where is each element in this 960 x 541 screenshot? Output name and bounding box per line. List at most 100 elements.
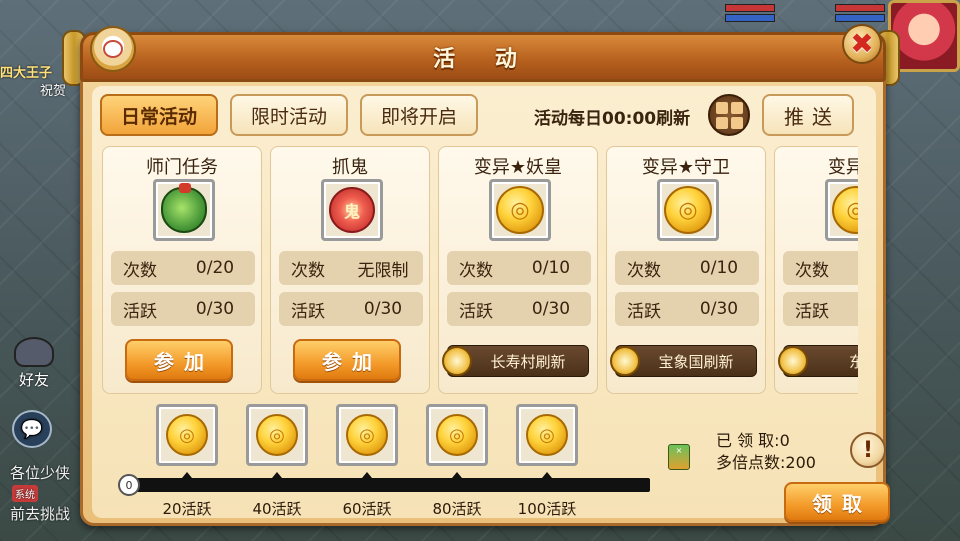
friend-label: 好友 <box>18 371 49 389</box>
join-button[interactable]: 参加 <box>125 339 233 381</box>
chat-message: 前去挑战 <box>10 505 71 523</box>
active-value: 0/30 <box>195 299 235 319</box>
activity-title: 变异★守卫 <box>641 157 731 178</box>
activity-title: 师门任务 <box>146 157 218 178</box>
gold-coin-icon: ◎ <box>832 186 858 234</box>
push-button[interactable]: 推送 <box>762 94 854 136</box>
red-ghost-charm-icon: 鬼 <box>329 187 375 233</box>
exclamation-icon: ! <box>862 437 874 463</box>
active-label: 活跃 <box>291 301 325 322</box>
activity-card-list[interactable]: 师门任务 次数 0/20 活跃 0/30 参加 抓鬼 鬼 次数 无限制 活跃 0… <box>102 146 858 396</box>
milestone-label: 100活跃 <box>517 500 577 518</box>
activity-card: 变异★ ◎ 次数 活跃 东海 <box>774 146 858 394</box>
close-icon: ✖ <box>850 27 874 60</box>
active-label: 活跃 <box>459 301 493 322</box>
activity-icon-slot[interactable]: ◎ <box>489 179 551 241</box>
friend-button[interactable]: 好友 <box>6 330 62 390</box>
reward-chest-40[interactable]: ◎ <box>246 404 308 466</box>
player-mp-bar <box>725 14 775 22</box>
times-row: 次数 无限制 <box>279 251 423 285</box>
mascot-icon <box>90 26 136 72</box>
claimed-label: 已 领 取: <box>716 431 780 450</box>
refresh-note: 活动每日00:00刷新 <box>534 109 691 129</box>
activity-icon-slot[interactable]: ◎ <box>825 179 858 241</box>
activity-card: 师门任务 次数 0/20 活跃 0/30 参加 <box>102 146 262 394</box>
tab-daily[interactable]: 日常活动 <box>100 94 218 136</box>
help-button[interactable]: ! <box>850 432 886 468</box>
claim-button[interactable]: 领取 <box>784 482 890 522</box>
clock-icon <box>778 346 808 376</box>
active-label: 活跃 <box>627 301 661 322</box>
activity-progress-bar <box>122 478 650 492</box>
player-hp-bar <box>725 4 775 12</box>
chat-button[interactable]: 💬 <box>12 410 52 448</box>
claim-info: 已 领 取:0 多倍点数:200 <box>716 430 816 474</box>
activity-dialog: 活 动 ✖ 日常活动 限时活动 即将开启 活动每日00:00刷新 推送 师门任务… <box>62 24 900 532</box>
grid-icon <box>715 101 728 114</box>
multiplier-label: 多倍点数: <box>716 453 786 472</box>
active-row: 活跃 0/30 <box>279 292 423 326</box>
reward-chest-100[interactable]: ◎ <box>516 404 578 466</box>
times-label: 次数 <box>291 260 325 281</box>
calendar-grid-button[interactable] <box>708 94 750 136</box>
refresh-location: 宝象国刷新 <box>610 345 757 377</box>
refresh-location-label: 长寿村刷新 <box>490 352 566 371</box>
progress-tick <box>542 472 552 478</box>
progress-start-marker: 0 <box>118 474 140 496</box>
progress-tick <box>362 472 372 478</box>
progress-tick <box>182 472 192 478</box>
dialog-title: 活 动 <box>433 47 533 72</box>
friend-avatar-icon <box>14 337 54 367</box>
dialog-title-bar: 活 动 <box>80 32 886 82</box>
reward-chest-20[interactable]: ◎ <box>156 404 218 466</box>
gold-coin-icon: ◎ <box>256 414 298 456</box>
gold-coin-icon: ◎ <box>436 414 478 456</box>
dialog-content: 日常活动 限时活动 即将开启 活动每日00:00刷新 推送 师门任务 次数 0/… <box>92 86 890 522</box>
activity-card: 变异★守卫 ◎ 次数 0/10 活跃 0/30 宝象国刷新 <box>606 146 766 394</box>
milestone-label: 20活跃 <box>162 500 212 518</box>
tab-limited[interactable]: 限时活动 <box>230 94 348 136</box>
milestone-label: 60活跃 <box>342 500 392 518</box>
reward-chest-60[interactable]: ◎ <box>336 404 398 466</box>
times-row: 次数 0/10 <box>447 251 591 285</box>
background-text: 四大王子 <box>0 66 53 81</box>
chat-message: 各位少侠 <box>10 464 71 482</box>
claimed-row: 已 领 取:0 <box>716 430 816 452</box>
close-button[interactable]: ✖ <box>842 24 882 64</box>
join-button[interactable]: 参加 <box>293 339 401 381</box>
times-value: 0/20 <box>195 258 235 278</box>
times-value: 0/10 <box>531 258 571 278</box>
activity-card: 变异★妖皇 ◎ 次数 0/10 活跃 0/30 长寿村刷新 <box>438 146 598 394</box>
pet-mp-bar <box>835 14 885 22</box>
clock-icon <box>610 346 640 376</box>
reward-chest-80[interactable]: ◎ <box>426 404 488 466</box>
activity-icon-slot[interactable] <box>153 179 215 241</box>
activity-icon-slot[interactable]: ◎ <box>657 179 719 241</box>
active-row: 活跃 <box>783 292 858 326</box>
chat-bubble-icon: 💬 <box>20 418 44 440</box>
active-value: 0/30 <box>531 299 571 319</box>
refresh-location: 长寿村刷新 <box>442 345 589 377</box>
activity-card: 抓鬼 鬼 次数 无限制 活跃 0/30 参加 <box>270 146 430 394</box>
active-label: 活跃 <box>123 301 157 322</box>
pet-hp-bar <box>835 4 885 12</box>
gold-coin-icon: ◎ <box>526 414 568 456</box>
times-label: 次数 <box>459 260 493 281</box>
refresh-location: 东海 <box>778 345 858 377</box>
multiplier-bonus-icon: × <box>668 444 690 470</box>
multiplier-value: 200 <box>785 453 816 472</box>
active-label: 活跃 <box>795 301 829 322</box>
gold-coin-icon: ◎ <box>166 414 208 456</box>
times-row: 次数 <box>783 251 858 285</box>
activity-title: 抓鬼 <box>332 157 368 178</box>
times-label: 次数 <box>627 260 661 281</box>
green-bag-icon <box>161 183 207 233</box>
refresh-location-label: 宝象国刷新 <box>658 352 734 371</box>
activity-title: 变异★妖皇 <box>473 157 563 178</box>
activity-icon-slot[interactable]: 鬼 <box>321 179 383 241</box>
refresh-location-label: 东海 <box>848 352 858 371</box>
tab-upcoming[interactable]: 即将开启 <box>360 94 478 136</box>
active-value: 0/30 <box>699 299 739 319</box>
active-row: 活跃 0/30 <box>447 292 591 326</box>
gold-coin-icon: ◎ <box>496 186 544 234</box>
